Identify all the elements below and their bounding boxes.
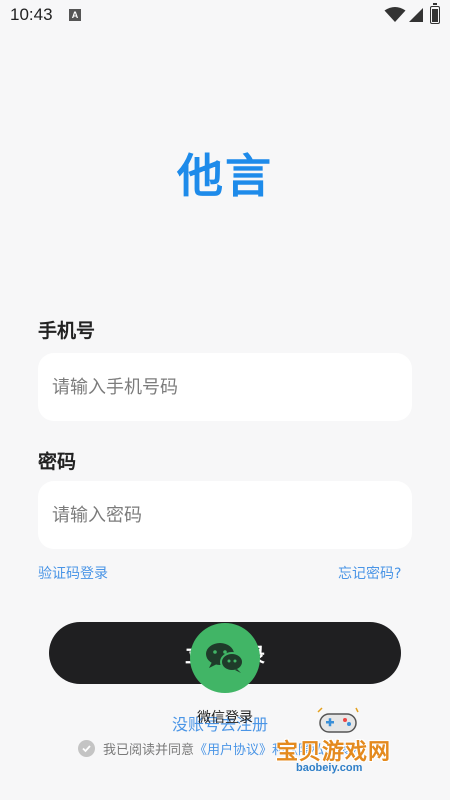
watermark: 宝贝游戏网 baobeiy.com (276, 706, 424, 780)
signal-icon (409, 8, 423, 22)
app-logo: 他言 (177, 149, 273, 203)
sms-login-link[interactable]: 验证码登录 (38, 563, 108, 583)
notification-icon: A (69, 9, 81, 21)
agreement-prefix: 我已阅读并同意 (103, 742, 195, 758)
wechat-login-button[interactable] (190, 623, 260, 693)
check-icon (82, 744, 91, 752)
password-input[interactable] (38, 481, 412, 549)
status-time: 10:43 (10, 5, 53, 24)
phone-input[interactable] (38, 353, 412, 421)
password-label: 密码 (38, 451, 77, 473)
watermark-url: baobeiy.com (296, 762, 363, 774)
phone-label: 手机号 (38, 320, 96, 342)
battery-icon (430, 3, 440, 24)
gamepad-icon (317, 707, 359, 733)
status-bar: 10:43 A (0, 0, 450, 30)
forgot-password-link[interactable]: 忘记密码? (338, 563, 401, 583)
wifi-icon (384, 7, 406, 22)
wechat-login-label: 微信登录 (197, 710, 253, 726)
wechat-icon (206, 643, 244, 673)
agreement-checkbox[interactable] (78, 739, 95, 757)
